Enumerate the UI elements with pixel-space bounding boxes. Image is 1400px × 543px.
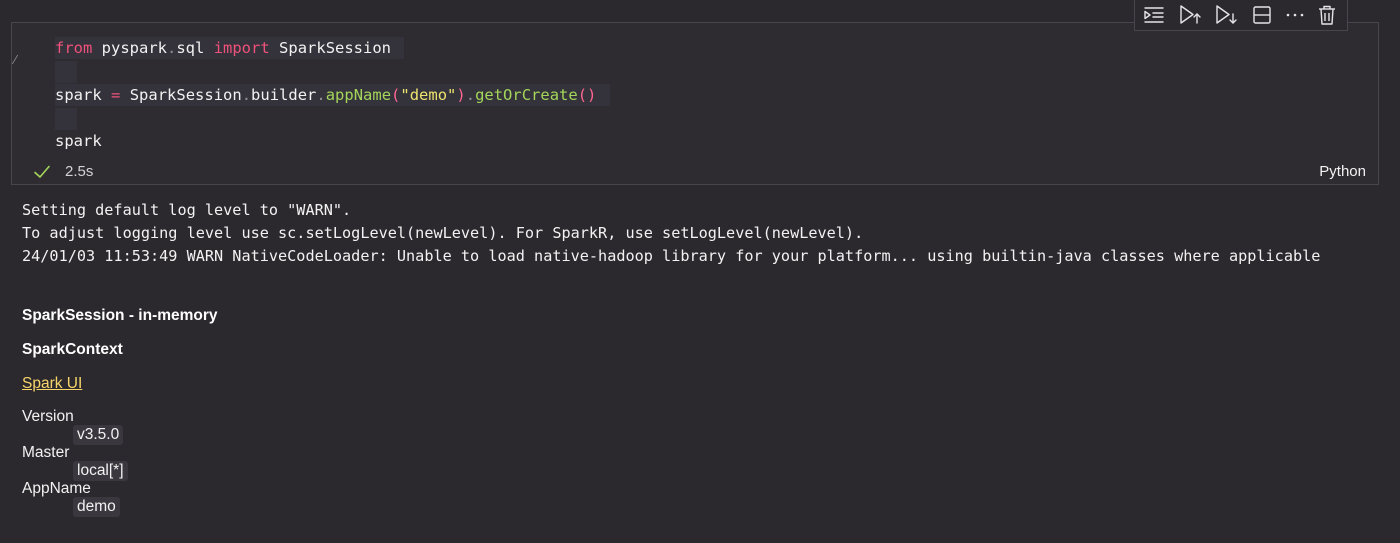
code-line-3[interactable]: spark = SparkSession.builder.appName("de… bbox=[55, 84, 610, 106]
appname-value: demo bbox=[73, 497, 120, 517]
run-by-line-button[interactable] bbox=[1142, 3, 1166, 27]
version-value: v3.5.0 bbox=[73, 425, 124, 445]
log-line: 24/01/03 11:53:49 WARN NativeCodeLoader:… bbox=[22, 247, 1321, 265]
code-function: getOrCreate bbox=[475, 86, 578, 104]
appname-label: AppName bbox=[22, 480, 91, 497]
run-by-line-icon bbox=[1144, 7, 1164, 23]
more-actions-icon bbox=[1286, 13, 1304, 17]
code-dot: . bbox=[465, 86, 476, 104]
master-label: Master bbox=[22, 444, 70, 461]
execute-below-button[interactable] bbox=[1214, 3, 1238, 27]
code-paren: ( bbox=[391, 86, 401, 104]
split-cell-icon bbox=[1253, 6, 1271, 24]
log-line: Setting default log level to "WARN". bbox=[22, 201, 352, 219]
execute-above-icon bbox=[1180, 5, 1201, 24]
code-keyword: import bbox=[213, 39, 270, 57]
code-line-2-blank bbox=[55, 61, 77, 83]
code-module: sql bbox=[176, 39, 205, 57]
delete-icon bbox=[1319, 5, 1335, 25]
code-paren: () bbox=[577, 86, 597, 104]
split-cell-button[interactable] bbox=[1250, 3, 1274, 27]
code-class: SparkSession bbox=[279, 39, 392, 57]
version-label: Version bbox=[22, 408, 74, 425]
code-string: "demo" bbox=[400, 86, 457, 104]
code-attribute: builder bbox=[251, 86, 317, 104]
check-icon bbox=[34, 165, 50, 178]
code-module: pyspark bbox=[101, 39, 167, 57]
execution-duration: 2.5s bbox=[65, 163, 94, 180]
more-actions-button[interactable] bbox=[1283, 3, 1307, 27]
code-keyword: from bbox=[55, 39, 93, 57]
code-paren: ) bbox=[456, 86, 466, 104]
master-value: local[*] bbox=[73, 461, 128, 481]
code-function: appName bbox=[325, 86, 392, 104]
execute-above-button[interactable] bbox=[1178, 3, 1202, 27]
code-operator: = bbox=[111, 86, 121, 104]
delete-cell-button[interactable] bbox=[1315, 3, 1339, 27]
code-variable: spark bbox=[55, 132, 102, 150]
cell-edge-mark: ⁄ bbox=[14, 53, 17, 67]
code-variable: spark bbox=[55, 86, 102, 104]
spark-ui-link[interactable]: Spark UI bbox=[22, 375, 82, 393]
cell-toolbar bbox=[1134, 0, 1348, 31]
code-line-4-blank bbox=[55, 108, 77, 130]
execute-below-icon bbox=[1216, 5, 1237, 24]
cell-language-picker[interactable]: Python bbox=[1319, 163, 1366, 180]
code-line-5[interactable]: spark bbox=[55, 130, 106, 152]
code-cell[interactable]: ⁄ from pyspark.sql import SparkSession s… bbox=[11, 22, 1379, 185]
code-dot: . bbox=[316, 86, 326, 104]
code-class: SparkSession bbox=[129, 86, 242, 104]
code-dot: . bbox=[241, 86, 252, 104]
code-dot: . bbox=[167, 39, 177, 57]
log-line: To adjust logging level use sc.setLogLev… bbox=[22, 224, 864, 242]
spark-session-title: SparkSession - in-memory bbox=[22, 307, 218, 324]
code-line-1[interactable]: from pyspark.sql import SparkSession bbox=[55, 37, 405, 59]
spark-context-title: SparkContext bbox=[22, 341, 123, 358]
